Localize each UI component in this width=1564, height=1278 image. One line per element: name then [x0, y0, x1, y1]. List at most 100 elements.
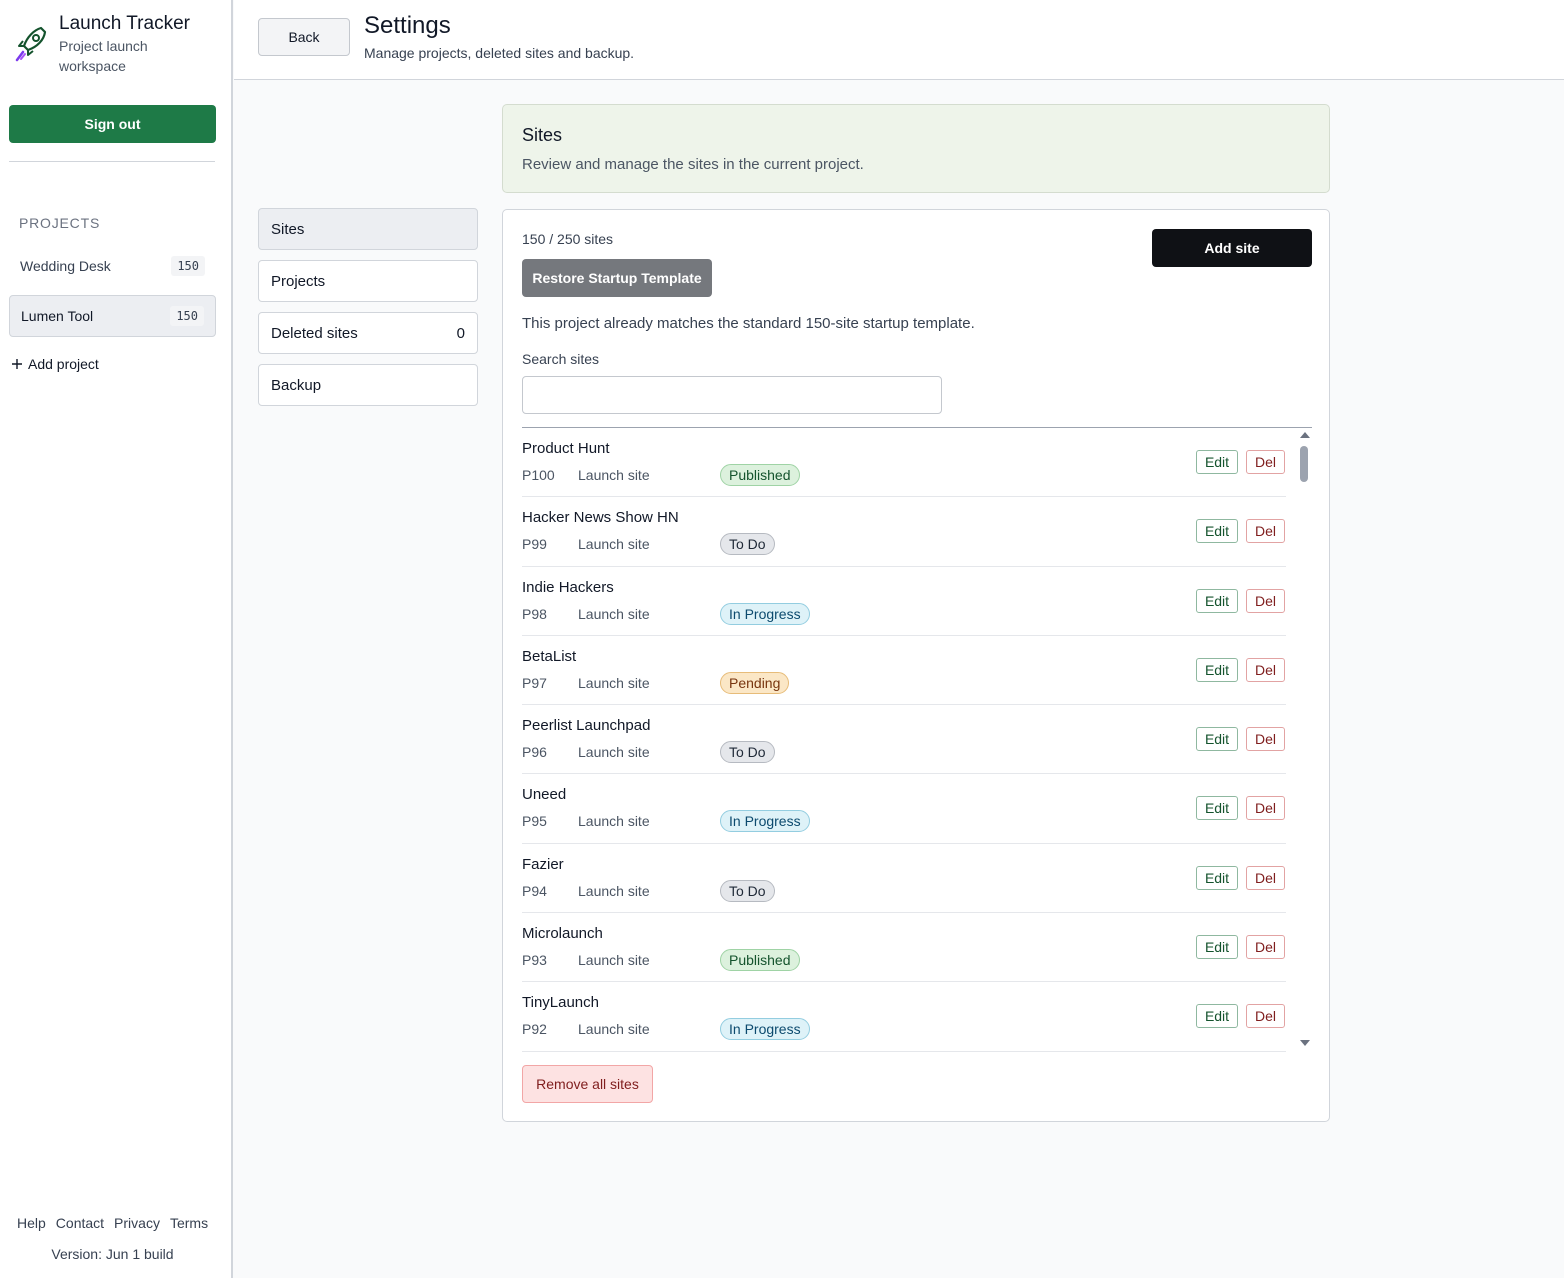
site-code: P93	[522, 952, 547, 969]
site-row: Indie Hackers P98 Launch site In Progress Ed…	[522, 567, 1286, 636]
site-type: Launch site	[578, 952, 650, 969]
search-input[interactable]	[522, 376, 942, 414]
status-badge: Published	[720, 949, 800, 972]
tab-deleted-sites[interactable]: Deleted sites 0	[258, 312, 478, 354]
edit-site-button[interactable]: Edit	[1196, 450, 1238, 474]
delete-site-button[interactable]: Del	[1246, 588, 1285, 613]
projects-heading: PROJECTS	[19, 215, 101, 231]
app-title: Launch Tracker	[59, 13, 190, 34]
site-name: Hacker News Show HN	[522, 509, 679, 527]
site-list-scrollbar[interactable]	[1299, 432, 1311, 1046]
sidebar: Launch Tracker Project launch workspace …	[0, 0, 233, 1278]
page-subtitle: Manage projects, deleted sites and backu…	[364, 45, 635, 61]
site-list: Product Hunt P100 Launch site Published Edit…	[522, 428, 1286, 1052]
footer-link-help[interactable]: Help	[17, 1215, 46, 1231]
site-row: Uneed P95 Launch site In Progress Edit Del	[522, 774, 1286, 844]
section-description: Review and manage the sites in the curre…	[522, 156, 864, 173]
delete-site-button[interactable]: Del	[1246, 1004, 1285, 1029]
edit-site-button[interactable]: Edit	[1196, 1004, 1238, 1029]
edit-site-button[interactable]: Edit	[1196, 727, 1238, 752]
delete-site-button[interactable]: Del	[1246, 935, 1285, 960]
site-type: Launch site	[578, 882, 650, 899]
app-subtitle: Project launch workspace	[59, 38, 148, 74]
scroll-thumb[interactable]	[1300, 446, 1308, 482]
back-button[interactable]: Back	[258, 18, 350, 56]
page-title: Settings	[364, 12, 451, 39]
site-code: P98	[522, 605, 547, 622]
rocket-icon	[15, 26, 47, 62]
site-row: TinyLaunch P92 Launch site In Progress Edit D…	[522, 982, 1286, 1052]
site-code: P96	[522, 744, 547, 761]
status-badge: Published	[720, 464, 800, 486]
status-badge: In Progress	[720, 602, 810, 625]
add-project-label: Add project	[28, 356, 99, 372]
remove-all-sites-button[interactable]: Remove all sites	[522, 1065, 653, 1103]
tab-label: Projects	[271, 272, 326, 290]
brand: Launch Tracker Project launch workspace	[14, 12, 190, 76]
status-badge: To Do	[720, 741, 775, 764]
site-type: Launch site	[578, 605, 650, 622]
scroll-up-arrow-icon[interactable]	[1300, 432, 1310, 438]
page-header: Back Settings Manage projects, deleted s…	[234, 0, 1564, 80]
delete-site-button[interactable]: Del	[1246, 657, 1285, 682]
site-code: P92	[522, 1021, 547, 1038]
site-name: Indie Hackers	[522, 578, 614, 596]
sign-out-button[interactable]: Sign out	[9, 105, 216, 143]
delete-site-button[interactable]: Del	[1246, 519, 1285, 544]
tab-sites[interactable]: Sites	[258, 208, 478, 250]
tab-backup[interactable]: Backup	[258, 364, 478, 406]
delete-site-button[interactable]: Del	[1246, 865, 1285, 890]
site-row: Microlaunch P93 Launch site Published Edit De…	[522, 913, 1286, 983]
site-name: Fazier	[522, 855, 564, 873]
restore-template-button[interactable]: Restore Startup Template	[522, 259, 712, 297]
tab-label: Sites	[271, 220, 305, 238]
plus-icon	[12, 359, 22, 369]
site-row: Hacker News Show HN P99 Launch site To Do Ed…	[522, 497, 1286, 567]
status-badge: In Progress	[720, 810, 810, 833]
footer-links: Help Contact Privacy Terms	[17, 1215, 208, 1231]
status-badge: In Progress	[720, 1018, 810, 1041]
add-site-button[interactable]: Add site	[1152, 229, 1312, 267]
sidebar-item-lumen-tool[interactable]: Lumen Tool 150	[9, 295, 216, 337]
edit-site-button[interactable]: Edit	[1196, 657, 1238, 682]
site-row: Product Hunt P100 Launch site Published Edit…	[522, 428, 1286, 498]
site-name: BetaList	[522, 647, 577, 665]
sidebar-item-wedding-desk[interactable]: Wedding Desk 150	[9, 245, 216, 287]
site-type: Launch site	[578, 744, 650, 761]
deleted-count: 0	[456, 324, 465, 342]
site-name: Uneed	[522, 786, 567, 804]
site-name: Microlaunch	[522, 925, 603, 943]
site-code: P95	[522, 813, 547, 830]
add-project-link[interactable]: Add project	[12, 356, 99, 372]
template-note: This project already matches the standar…	[522, 315, 975, 332]
footer-link-privacy[interactable]: Privacy	[114, 1215, 160, 1231]
status-badge: To Do	[720, 533, 775, 556]
site-type: Launch site	[578, 536, 650, 553]
project-name: Lumen Tool	[21, 308, 94, 324]
project-name: Wedding Desk	[20, 258, 111, 274]
sites-panel: 150 / 250 sites Restore Startup Template…	[502, 209, 1330, 1122]
site-code: P94	[522, 882, 547, 899]
delete-site-button[interactable]: Del	[1246, 450, 1285, 474]
site-code: P100	[522, 467, 555, 483]
delete-site-button[interactable]: Del	[1246, 796, 1285, 821]
site-type: Launch site	[578, 1021, 650, 1038]
footer-link-terms[interactable]: Terms	[170, 1215, 208, 1231]
edit-site-button[interactable]: Edit	[1196, 588, 1238, 613]
edit-site-button[interactable]: Edit	[1196, 865, 1238, 890]
footer-link-contact[interactable]: Contact	[56, 1215, 104, 1231]
site-name: Product Hunt	[522, 440, 610, 457]
edit-site-button[interactable]: Edit	[1196, 519, 1238, 544]
site-row: BetaList P97 Launch site Pending Edit Del	[522, 636, 1286, 706]
tab-projects[interactable]: Projects	[258, 260, 478, 302]
edit-site-button[interactable]: Edit	[1196, 935, 1238, 960]
tab-label: Backup	[271, 376, 322, 394]
site-type: Launch site	[578, 674, 650, 691]
scroll-down-arrow-icon[interactable]	[1300, 1040, 1310, 1046]
sidebar-divider	[9, 161, 215, 162]
delete-site-button[interactable]: Del	[1246, 727, 1285, 752]
site-code: P97	[522, 674, 547, 691]
status-badge: To Do	[720, 879, 775, 902]
section-title: Sites	[522, 125, 563, 145]
edit-site-button[interactable]: Edit	[1196, 796, 1238, 821]
